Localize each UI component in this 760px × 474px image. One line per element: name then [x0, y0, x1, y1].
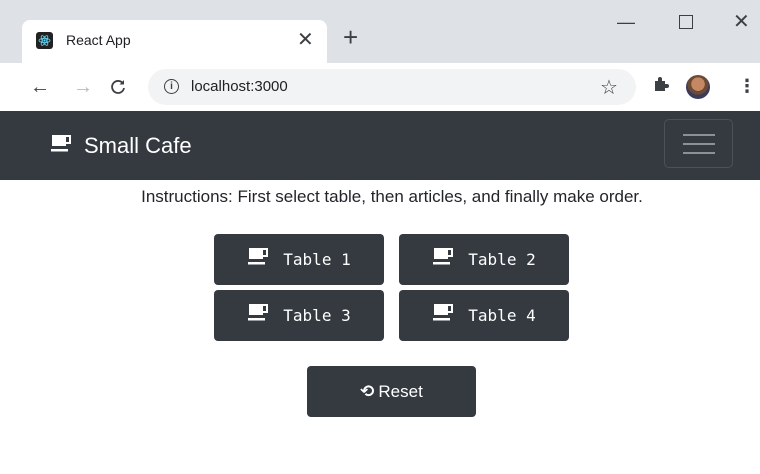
tab-react-app[interactable]: React App ✕ — [22, 20, 327, 63]
reload-icon[interactable] — [110, 75, 126, 101]
page-content: Small Cafe Instructions: First select ta… — [0, 111, 760, 474]
mug-icon — [248, 304, 269, 321]
hamburger-icon-line — [683, 143, 715, 145]
navbar-toggler-button[interactable] — [664, 119, 733, 168]
url-text[interactable]: localhost:3000 — [191, 78, 288, 95]
back-arrow-icon[interactable]: ← — [30, 75, 50, 99]
table-1-label: Table 1 — [283, 250, 351, 269]
table-3-label: Table 3 — [283, 306, 351, 325]
app-navbar: Small Cafe — [0, 111, 760, 180]
window-close-icon[interactable]: ✕ — [733, 10, 750, 34]
browser-toolbar: ← → i localhost:3000 ☆ ⋮ — [0, 63, 760, 111]
table-4-button[interactable]: Table 4 — [399, 290, 569, 341]
mug-icon — [248, 248, 269, 265]
profile-avatar[interactable] — [686, 75, 710, 99]
table-2-button[interactable]: Table 2 — [399, 234, 569, 285]
new-tab-icon[interactable]: + — [343, 24, 358, 50]
table-buttons: Table 1 Table 2 Table 3 Table 4 — [214, 234, 570, 341]
tab-title: React App — [66, 32, 131, 48]
info-icon[interactable]: i — [164, 79, 179, 94]
brand-name: Small Cafe — [84, 133, 192, 158]
instructions-text: Instructions: First select table, then a… — [141, 187, 643, 206]
reset-label: Reset — [378, 381, 423, 401]
mug-icon — [433, 248, 454, 265]
react-icon — [36, 32, 53, 49]
maximize-icon[interactable] — [679, 10, 693, 35]
forward-arrow-icon[interactable]: → — [73, 75, 93, 99]
minimize-icon[interactable]: — — [617, 10, 635, 34]
address-bar[interactable]: i localhost:3000 ☆ — [148, 69, 636, 105]
sync-icon: ⟲ — [360, 381, 375, 401]
table-2-label: Table 2 — [468, 250, 536, 269]
mug-icon — [51, 135, 71, 152]
table-3-button[interactable]: Table 3 — [214, 290, 384, 341]
mug-icon — [433, 304, 454, 321]
table-4-label: Table 4 — [468, 306, 536, 325]
bookmark-star-icon[interactable]: ☆ — [600, 75, 618, 100]
browser-window: React App ✕ + — ✕ ← → i localhost:3000 ☆… — [0, 0, 760, 474]
hamburger-icon-line — [683, 134, 715, 136]
reset-button[interactable]: ⟲ Reset — [307, 366, 476, 417]
tab-close-icon[interactable]: ✕ — [297, 28, 314, 52]
brand-link[interactable]: Small Cafe — [50, 133, 192, 159]
browser-menu-icon[interactable]: ⋮ — [738, 74, 756, 98]
table-1-button[interactable]: Table 1 — [214, 234, 384, 285]
tab-strip: React App ✕ + — ✕ — [0, 0, 760, 63]
hamburger-icon-line — [683, 152, 715, 154]
extensions-puzzle-icon[interactable] — [652, 75, 670, 98]
